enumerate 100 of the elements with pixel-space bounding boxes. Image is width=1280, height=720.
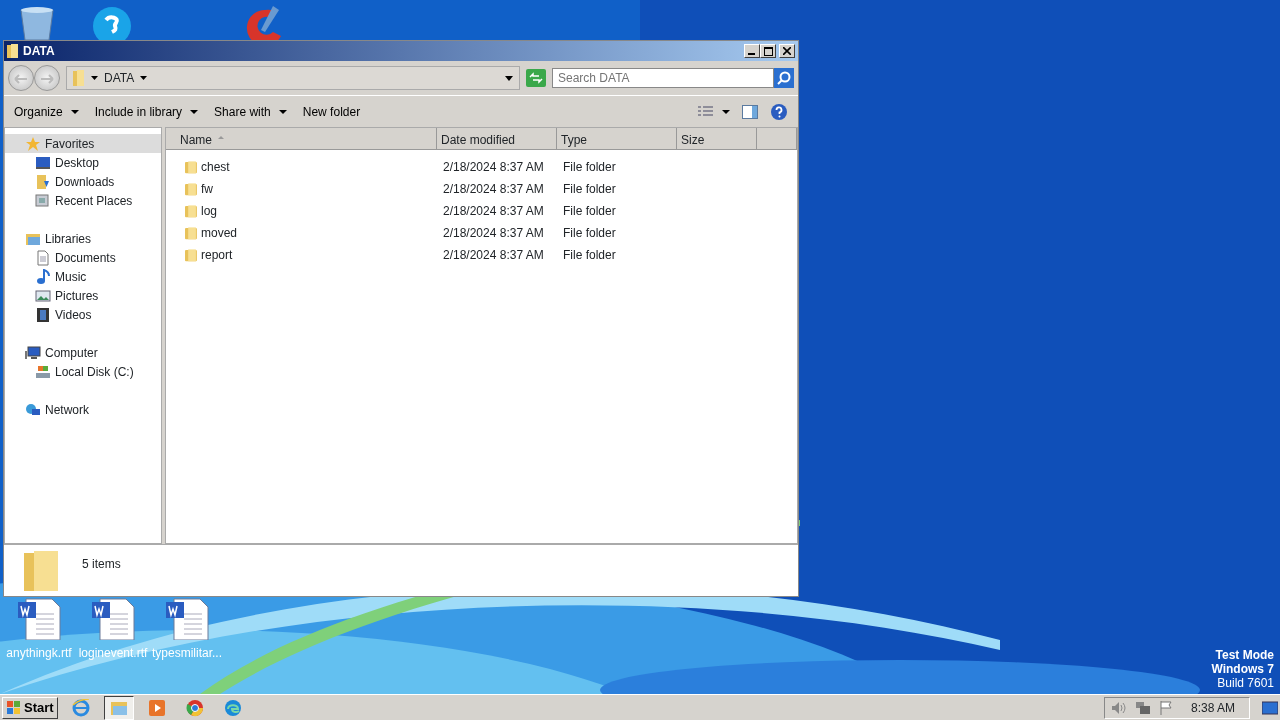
sidebar-item[interactable]: Computer (5, 343, 161, 362)
toolbar-button[interactable]: Include in library (94, 102, 199, 121)
play-icon (147, 698, 166, 717)
list-view-icon (698, 105, 714, 118)
toolbar-button[interactable]: New folder (302, 102, 361, 121)
show-desktop-icon[interactable] (1262, 700, 1278, 715)
refresh-icon (526, 69, 546, 87)
maximize-icon (763, 46, 773, 56)
sidebar-item[interactable]: Network (5, 400, 161, 419)
date-cell-text: 2/18/2024 8:37 AM (442, 203, 545, 220)
word-document-icon (16, 598, 62, 640)
recycle-bin-icon (19, 6, 55, 40)
file-name[interactable]: moved (201, 224, 238, 242)
film-icon (35, 306, 51, 323)
folder-arrow-icon (35, 173, 51, 190)
recent-places-icon (35, 192, 51, 209)
file-name[interactable]: fw (201, 180, 213, 198)
back-button[interactable] (8, 65, 34, 91)
sidebar-item[interactable]: Downloads (5, 172, 161, 191)
preview-pane-button[interactable] (742, 104, 758, 119)
column-header[interactable]: Date modified (437, 128, 557, 150)
column-header[interactable]: Size (677, 128, 757, 150)
back-arrow-icon (14, 73, 28, 84)
help-button[interactable] (770, 102, 788, 121)
network-icon[interactable] (1134, 700, 1151, 715)
search-button[interactable] (774, 68, 794, 88)
computer-icon (25, 344, 41, 361)
column-header[interactable]: Type (557, 128, 677, 150)
folder-icon (184, 226, 198, 240)
type-cell-text: File folder (562, 181, 617, 198)
search-field[interactable]: Search DATA (552, 68, 774, 88)
windows-logo-icon (6, 699, 22, 716)
file-name[interactable]: log (201, 202, 217, 220)
chat-logo-icon (92, 6, 132, 40)
sidebar-item[interactable]: Local Disk (C:) (5, 362, 161, 381)
type-cell-text: File folder (562, 247, 617, 264)
view-options-button[interactable] (698, 105, 730, 118)
date-cell-text: 2/18/2024 8:37 AM (442, 181, 545, 198)
caret-icon (505, 75, 513, 81)
folder-icon (73, 70, 85, 86)
word-document-icon (90, 598, 136, 640)
sidebar-item[interactable]: Documents (5, 248, 161, 267)
file-name[interactable]: chest (201, 158, 230, 176)
sidebar-item[interactable]: Desktop (5, 153, 161, 172)
caret-icon (70, 109, 79, 114)
drive-icon (35, 363, 51, 380)
sidebar-item[interactable]: Recent Places (5, 191, 161, 210)
caret-icon (190, 109, 199, 114)
notice-text: Windows 7 (1211, 662, 1274, 676)
flag-icon[interactable] (1158, 700, 1173, 715)
monitor-icon (35, 154, 51, 171)
date-cell-text: 2/18/2024 8:37 AM (442, 225, 545, 242)
sidebar-item[interactable]: Videos (5, 305, 161, 324)
address-bar[interactable]: DATA (66, 66, 520, 90)
close-icon (783, 47, 791, 55)
folder-icon (184, 248, 198, 262)
file-name[interactable]: report (201, 246, 233, 264)
maximize-button[interactable] (760, 44, 776, 58)
caret-icon (278, 109, 287, 114)
type-cell-text: File folder (562, 159, 617, 176)
forward-arrow-icon (40, 73, 54, 84)
search-icon (777, 71, 791, 85)
network-icon (25, 401, 41, 418)
globe-icon (71, 698, 90, 717)
preview-pane-icon (742, 104, 758, 119)
minimize-button[interactable] (744, 44, 760, 58)
type-cell-text: File folder (562, 225, 617, 242)
help-icon (770, 102, 788, 121)
caret-icon (722, 109, 730, 114)
star-icon (25, 135, 41, 152)
taskbar-app[interactable] (103, 695, 134, 720)
notice-text: Build 7601 (1216, 676, 1274, 690)
word-document-icon (164, 598, 210, 640)
folder-icon (7, 44, 19, 58)
caret-icon (91, 76, 98, 80)
picture-icon (35, 287, 51, 304)
caret-icon (140, 76, 148, 80)
speaker-icon[interactable] (1110, 700, 1127, 715)
close-button[interactable] (779, 44, 795, 58)
column-header[interactable]: Name (166, 128, 437, 150)
toolbar-button[interactable]: Share with (214, 102, 287, 121)
music-note-icon (35, 268, 51, 285)
sidebar-item[interactable]: Pictures (5, 286, 161, 305)
sidebar-item[interactable]: Libraries (5, 229, 161, 248)
window-title: DATA (23, 43, 55, 60)
forward-button[interactable] (34, 65, 60, 91)
folder-icon (184, 160, 198, 174)
folder-icon (184, 182, 198, 196)
clock[interactable]: 8:38 AM (1190, 698, 1235, 717)
sidebar-item[interactable]: Favorites (5, 134, 161, 153)
breadcrumb-item[interactable]: DATA (104, 69, 135, 87)
sidebar-item[interactable]: Music (5, 267, 161, 286)
toolbar-button[interactable]: Organize (14, 102, 79, 121)
date-cell-text: 2/18/2024 8:37 AM (442, 247, 545, 264)
type-cell-text: File folder (562, 203, 617, 220)
notice-text: Test Mode (1214, 648, 1274, 662)
start-button[interactable]: Start (2, 696, 58, 719)
document-icon (35, 249, 51, 266)
round-logo-icon (185, 698, 204, 717)
wave-logo-icon (223, 698, 242, 717)
